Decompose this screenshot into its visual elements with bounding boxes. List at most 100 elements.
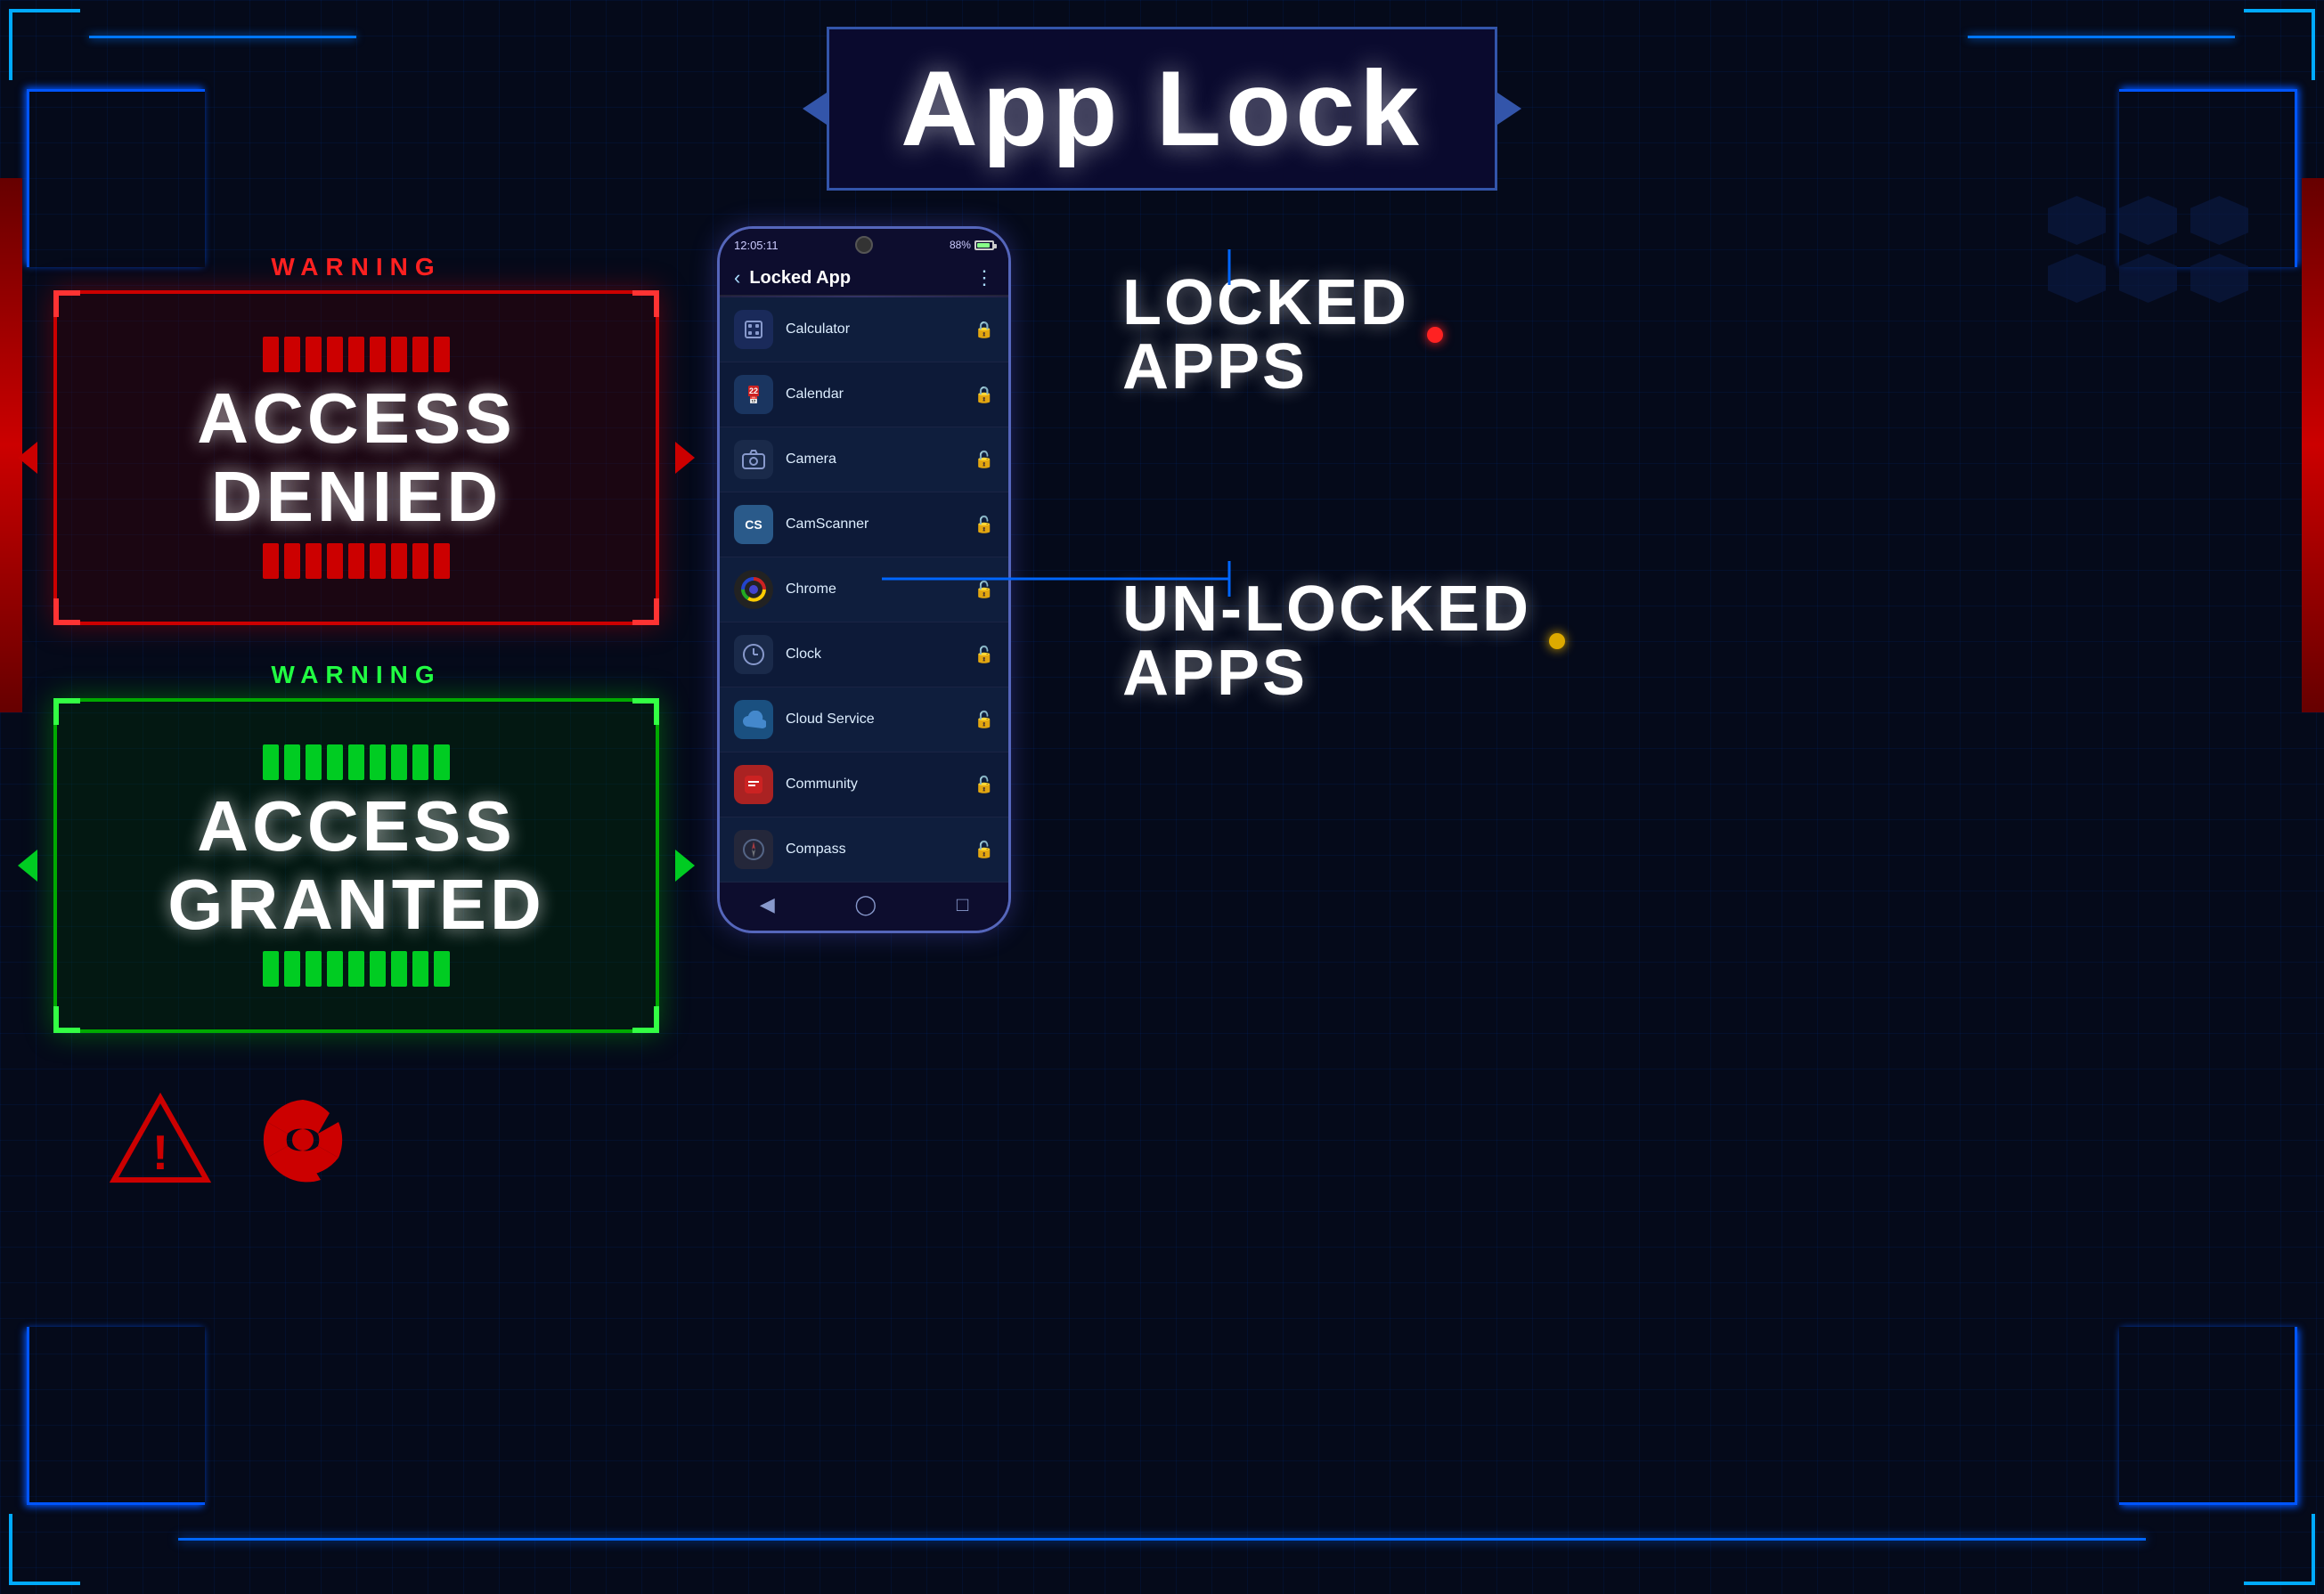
lock-icon-clock[interactable]: 🔓	[974, 646, 994, 664]
app-icon-calculator	[734, 310, 773, 349]
unlocked-apps-section: UN-LOCKED APPS	[1122, 577, 2271, 705]
list-item[interactable]: Compass 🔓	[720, 817, 1008, 882]
arrow-right-granted	[675, 850, 695, 882]
list-item[interactable]: 22📅 Calendar 🔒	[720, 362, 1008, 427]
phone-status-bar: 12:05:11 88%	[720, 229, 1008, 261]
access-denied-section: WARNING ACCESS DENIED	[53, 253, 659, 625]
app-icon-camscanner: CS	[734, 505, 773, 544]
lock-icon-calendar[interactable]: 🔒	[974, 386, 994, 404]
phone-mockup: 12:05:11 88% ‹ Locked App ⋮	[717, 226, 1011, 933]
list-item[interactable]: Clock 🔓	[720, 622, 1008, 687]
stripes-bottom-granted	[110, 951, 602, 987]
list-item[interactable]: Cloud Service 🔓	[720, 687, 1008, 752]
nav-home-button[interactable]: ◯	[855, 893, 877, 916]
app-name-camera: Camera	[786, 451, 962, 468]
battery-percent: 88%	[950, 239, 971, 251]
access-granted-text: ACCESS GRANTED	[110, 787, 602, 944]
phone-nav-bar: ‹ Locked App ⋮	[720, 261, 1008, 296]
locked-apps-label: LOCKED APPS	[1122, 271, 1409, 399]
bracket-bl-granted	[53, 1006, 80, 1033]
app-name-calendar: Calendar	[786, 386, 962, 403]
phone-camera-notch	[855, 236, 873, 254]
bracket-tr-granted	[632, 698, 659, 725]
bracket-bl-denied	[53, 598, 80, 625]
list-item[interactable]: Calculator 🔒	[720, 297, 1008, 362]
unlocked-apps-label: UN-LOCKED APPS	[1122, 577, 1531, 705]
locked-apps-dot	[1427, 327, 1443, 343]
access-granted-box: ACCESS GRANTED	[53, 698, 659, 1033]
access-denied-text: ACCESS DENIED	[110, 379, 602, 536]
unlocked-apps-line2: APPS	[1122, 641, 1531, 705]
app-icon-camera	[734, 440, 773, 479]
app-icon-calendar: 22📅	[734, 375, 773, 414]
app-name-clock: Clock	[786, 647, 962, 663]
left-panel: WARNING ACCESS DENIED	[53, 217, 659, 1211]
bottom-icons: !	[53, 1069, 659, 1211]
app-icon-clock	[734, 635, 773, 674]
nav-back-button[interactable]: ◀	[760, 893, 775, 916]
app-title: App Lock	[901, 49, 1423, 168]
app-icon-compass	[734, 830, 773, 869]
arrow-left-denied	[18, 442, 37, 474]
battery-icon	[974, 240, 994, 250]
status-time: 12:05:11	[734, 239, 779, 252]
body-layout: WARNING ACCESS DENIED	[0, 199, 2324, 1594]
phone-bottom-nav: ◀ ◯ □	[720, 882, 1008, 931]
access-granted-section: WARNING ACCESS GRANTED	[53, 661, 659, 1033]
unlocked-apps-dot	[1549, 633, 1565, 649]
app-name-chrome: Chrome	[786, 581, 962, 598]
app-icon-chrome	[734, 570, 773, 609]
arrow-right-denied	[675, 442, 695, 474]
title-section: App Lock	[0, 0, 2324, 199]
hex-decorations	[2048, 196, 2253, 303]
nav-recents-button[interactable]: □	[957, 893, 968, 916]
bracket-tl-granted	[53, 698, 80, 725]
battery-fill	[977, 243, 990, 248]
bracket-br-granted	[632, 1006, 659, 1033]
warning-label-denied: WARNING	[53, 253, 659, 281]
lock-icon-chrome[interactable]: 🔓	[974, 581, 994, 599]
status-right: 88%	[950, 239, 994, 251]
back-button[interactable]: ‹	[734, 266, 740, 289]
app-name-camscanner: CamScanner	[786, 516, 962, 533]
bracket-tr-denied	[632, 290, 659, 317]
app-list: Calculator 🔒 22📅 Calendar 🔒	[720, 297, 1008, 882]
svg-text:!: !	[152, 1125, 168, 1180]
locked-apps-line2: APPS	[1122, 335, 1409, 399]
arrow-left-granted	[18, 850, 37, 882]
lock-icon-calculator[interactable]: 🔒	[974, 321, 994, 339]
main-content: App Lock WARNING A	[0, 0, 2324, 1594]
app-name-calculator: Calculator	[786, 321, 962, 338]
access-denied-box: ACCESS DENIED	[53, 290, 659, 625]
lock-icon-camscanner[interactable]: 🔓	[974, 516, 994, 534]
app-icon-cloud-service	[734, 700, 773, 739]
unlocked-apps-line1: UN-LOCKED	[1122, 577, 1531, 641]
title-box: App Lock	[827, 27, 1497, 191]
list-item[interactable]: Camera 🔓	[720, 427, 1008, 492]
warning-triangle-icon: !	[107, 1091, 214, 1189]
stripes-top-denied	[110, 337, 602, 372]
lock-icon-cloud-service[interactable]: 🔓	[974, 711, 994, 729]
app-name-community: Community	[786, 777, 962, 793]
center-panel: 12:05:11 88% ‹ Locked App ⋮	[695, 217, 1033, 933]
bracket-tl-denied	[53, 290, 80, 317]
lock-icon-camera[interactable]: 🔓	[974, 451, 994, 469]
locked-apps-line1: LOCKED	[1122, 271, 1409, 335]
warning-label-granted: WARNING	[53, 661, 659, 689]
menu-button[interactable]: ⋮	[974, 266, 994, 289]
lock-icon-compass[interactable]: 🔓	[974, 841, 994, 859]
screen-title: Locked App	[749, 268, 966, 289]
app-name-compass: Compass	[786, 842, 962, 858]
list-item[interactable]: CS CamScanner 🔓	[720, 492, 1008, 557]
bracket-br-denied	[632, 598, 659, 625]
lock-icon-community[interactable]: 🔓	[974, 776, 994, 794]
list-item[interactable]: Chrome 🔓	[720, 557, 1008, 622]
app-name-cloud-service: Cloud Service	[786, 712, 962, 728]
unlocked-apps-label-container: UN-LOCKED APPS	[1122, 577, 2271, 705]
list-item[interactable]: Community 🔓	[720, 752, 1008, 817]
radiation-icon	[249, 1086, 356, 1193]
right-panel: LOCKED APPS UN-LOCKED APPS	[1069, 217, 2271, 794]
app-icon-community	[734, 765, 773, 804]
stripes-top-granted	[110, 744, 602, 780]
stripes-bottom-denied	[110, 543, 602, 579]
